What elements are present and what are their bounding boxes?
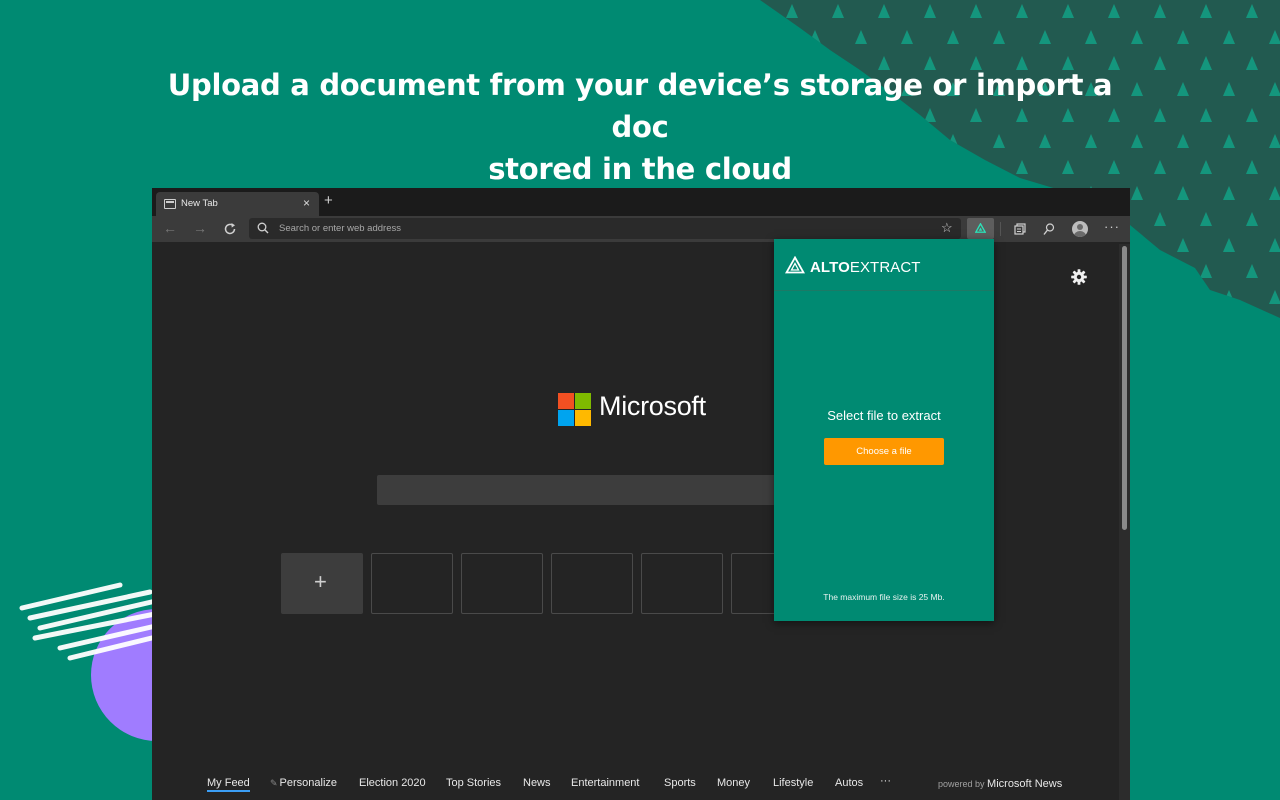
popup-header: ALTOEXTRACT: [774, 239, 994, 291]
profile-avatar[interactable]: [1072, 221, 1088, 237]
gear-icon[interactable]: [1070, 268, 1088, 286]
plus-icon: +: [314, 569, 327, 594]
quick-link-tile[interactable]: [551, 553, 633, 614]
back-icon[interactable]: ←: [163, 220, 177, 236]
powered-by-label: powered by Microsoft News: [938, 778, 1062, 790]
alto-extract-icon: [975, 223, 986, 233]
pencil-icon: ✎: [270, 778, 278, 788]
feed-tab-top-stories[interactable]: Top Stories: [446, 777, 501, 789]
headline-line-2: stored in the cloud: [488, 152, 792, 186]
feed-tab-lifestyle[interactable]: Lifestyle: [773, 777, 813, 789]
feed-tab-personalize-label: Personalize: [279, 777, 338, 789]
quick-link-tile[interactable]: [641, 553, 723, 614]
feed-tab-election-2020[interactable]: Election 2020: [359, 777, 426, 789]
microsoft-logo: [558, 393, 591, 426]
headline: Upload a document from your device’s sto…: [140, 64, 1140, 190]
new-tab-button[interactable]: +: [324, 192, 333, 210]
feed-tab-personalize[interactable]: ✎ Personalize: [270, 777, 337, 789]
favicon-icon: [164, 199, 176, 209]
feed-tab-entertainment[interactable]: Entertainment: [571, 777, 639, 789]
tab-title: New Tab: [181, 198, 218, 209]
feed-tab-autos[interactable]: Autos: [835, 777, 863, 789]
feed-tab-my-feed[interactable]: My Feed: [207, 777, 250, 792]
brand-bold: ALTO: [810, 259, 850, 276]
alto-extract-brand: ALTOEXTRACT: [810, 259, 921, 276]
address-placeholder: Search or enter web address: [279, 223, 401, 234]
feed-more-button[interactable]: ···: [880, 775, 891, 787]
feed-tab-money[interactable]: Money: [717, 777, 750, 789]
search-icon: [257, 222, 269, 234]
headline-line-1: Upload a document from your device’s sto…: [167, 68, 1113, 144]
scrollbar-thumb[interactable]: [1122, 246, 1127, 530]
quick-link-tile[interactable]: [371, 553, 453, 614]
alto-logo-icon: [785, 256, 805, 274]
more-menu-button[interactable]: ···: [1104, 219, 1120, 234]
microsoft-wordmark: Microsoft: [599, 391, 706, 421]
alto-extract-popup: ALTOEXTRACT Select file to extract Choos…: [774, 239, 994, 621]
select-file-title: Select file to extract: [827, 408, 941, 423]
address-bar[interactable]: Search or enter web address ☆: [249, 218, 961, 239]
feedback-icon[interactable]: [1042, 222, 1056, 236]
feed-tab-sports[interactable]: Sports: [664, 777, 696, 789]
close-icon[interactable]: ×: [303, 196, 310, 210]
tab-new-tab[interactable]: New Tab ×: [156, 192, 319, 216]
collections-icon[interactable]: [1013, 222, 1027, 236]
news-feed-nav: My Feed ✎ Personalize Election 2020 Top S…: [152, 775, 1130, 800]
max-file-size-note: The maximum file size is 25 Mb.: [823, 592, 945, 602]
powered-prefix: powered by: [938, 779, 985, 789]
choose-file-button[interactable]: Choose a file: [824, 438, 944, 465]
refresh-icon[interactable]: [223, 222, 237, 236]
forward-icon[interactable]: →: [193, 220, 207, 236]
feed-tab-news[interactable]: News: [523, 777, 551, 789]
star-icon[interactable]: ☆: [941, 220, 953, 236]
add-site-tile[interactable]: +: [281, 553, 363, 614]
brand-rest: EXTRACT: [849, 259, 921, 276]
quick-link-tile[interactable]: [461, 553, 543, 614]
powered-brand: Microsoft News: [987, 778, 1063, 790]
toolbar-divider: [1000, 222, 1001, 236]
alto-extract-extension-button[interactable]: [967, 218, 994, 239]
scrollbar[interactable]: [1119, 244, 1130, 800]
tab-bar: New Tab × +: [152, 188, 1130, 216]
